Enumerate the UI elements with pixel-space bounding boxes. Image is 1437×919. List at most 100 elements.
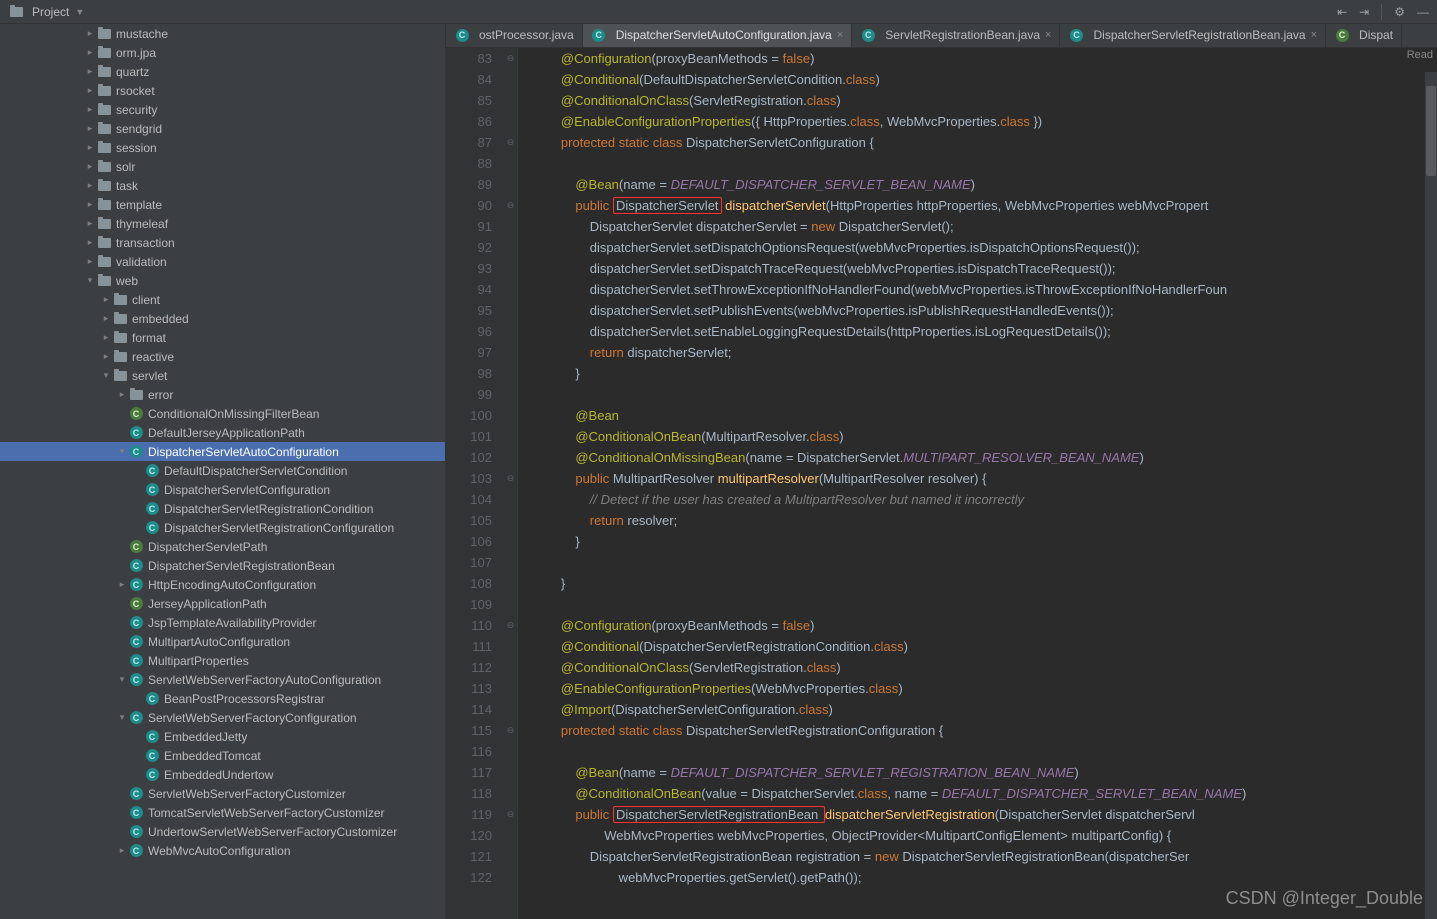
tree-item[interactable]: CBeanPostProcessorsRegistrar (0, 689, 445, 708)
code-line[interactable]: @Bean(name = DEFAULT_DISPATCHER_SERVLET_… (532, 174, 1437, 195)
chevron-down-icon[interactable]: ▾ (116, 712, 128, 723)
fold-gutter[interactable]: ⊖⊖⊖⊖⊖⊖⊖ (504, 48, 518, 919)
code-line[interactable]: @ConditionalOnClass(ServletRegistration.… (532, 90, 1437, 111)
code-line[interactable]: protected static class DispatcherServlet… (532, 132, 1437, 153)
tree-item[interactable]: ▸reactive (0, 347, 445, 366)
code-line[interactable]: @EnableConfigurationProperties({ HttpPro… (532, 111, 1437, 132)
fold-marker[interactable]: ⊖ (504, 615, 517, 636)
chevron-right-icon[interactable]: ▸ (100, 294, 112, 305)
tree-item[interactable]: ▸rsocket (0, 81, 445, 100)
close-icon[interactable]: × (1045, 29, 1051, 41)
tree-item[interactable]: ▸CWebMvcAutoConfiguration (0, 841, 445, 860)
code-line[interactable]: @Configuration(proxyBeanMethods = false) (532, 48, 1437, 69)
code-editor[interactable]: 8384858687888990919293949596979899100101… (446, 48, 1437, 919)
tree-item[interactable]: CMultipartProperties (0, 651, 445, 670)
chevron-right-icon[interactable]: ▸ (116, 389, 128, 400)
chevron-right-icon[interactable]: ▸ (100, 332, 112, 343)
editor-tab[interactable]: CostProcessor.java (446, 24, 583, 47)
editor-tab[interactable]: CDispat (1326, 24, 1402, 47)
code-line[interactable] (532, 153, 1437, 174)
expand-all-icon[interactable]: ⇥ (1359, 5, 1369, 19)
hide-icon[interactable]: — (1417, 5, 1429, 19)
code-line[interactable] (532, 594, 1437, 615)
tree-item[interactable]: CDefaultJerseyApplicationPath (0, 423, 445, 442)
code-line[interactable]: DispatcherServletRegistrationBean regist… (532, 846, 1437, 867)
code-line[interactable]: protected static class DispatcherServlet… (532, 720, 1437, 741)
scroll-thumb[interactable] (1426, 86, 1436, 176)
fold-marker[interactable]: ⊖ (504, 48, 517, 69)
tree-item[interactable]: ▸mustache (0, 24, 445, 43)
tree-item[interactable]: CDefaultDispatcherServletCondition (0, 461, 445, 480)
chevron-right-icon[interactable]: ▸ (84, 123, 96, 134)
editor-tab[interactable]: CDispatcherServletAutoConfiguration.java… (583, 24, 853, 47)
tree-item[interactable]: CDispatcherServletRegistrationCondition (0, 499, 445, 518)
editor-tab[interactable]: CServletRegistrationBean.java× (852, 24, 1060, 47)
chevron-right-icon[interactable]: ▸ (116, 579, 128, 590)
project-tree[interactable]: ▸mustache▸orm.jpa▸quartz▸rsocket▸securit… (0, 24, 446, 919)
code-line[interactable]: webMvcProperties.getServlet().getPath())… (532, 867, 1437, 888)
tree-item[interactable]: CJspTemplateAvailabilityProvider (0, 613, 445, 632)
tree-item[interactable]: ▸sendgrid (0, 119, 445, 138)
code-line[interactable]: dispatcherServlet.setDispatchOptionsRequ… (532, 237, 1437, 258)
tree-item[interactable]: CConditionalOnMissingFilterBean (0, 404, 445, 423)
fold-marker[interactable]: ⊖ (504, 720, 517, 741)
fold-marker[interactable]: ⊖ (504, 132, 517, 153)
code-line[interactable]: return dispatcherServlet; (532, 342, 1437, 363)
tree-item[interactable]: ▾CServletWebServerFactoryAutoConfigurati… (0, 670, 445, 689)
tree-item[interactable]: ▸quartz (0, 62, 445, 81)
code-line[interactable]: @ConditionalOnClass(ServletRegistration.… (532, 657, 1437, 678)
chevron-right-icon[interactable]: ▸ (84, 237, 96, 248)
tree-item[interactable]: ▸embedded (0, 309, 445, 328)
tree-item[interactable]: ▾web (0, 271, 445, 290)
code-line[interactable]: } (532, 531, 1437, 552)
code-line[interactable]: dispatcherServlet.setDispatchTraceReques… (532, 258, 1437, 279)
tree-item[interactable]: ▸error (0, 385, 445, 404)
tree-item[interactable]: ▸CHttpEncodingAutoConfiguration (0, 575, 445, 594)
chevron-right-icon[interactable]: ▸ (84, 104, 96, 115)
chevron-right-icon[interactable]: ▸ (84, 47, 96, 58)
code-line[interactable]: @ConditionalOnMissingBean(name = Dispatc… (532, 447, 1437, 468)
chevron-right-icon[interactable]: ▸ (84, 180, 96, 191)
tree-item[interactable]: CDispatcherServletRegistrationConfigurat… (0, 518, 445, 537)
code-line[interactable]: @Bean (532, 405, 1437, 426)
tree-item[interactable]: ▸transaction (0, 233, 445, 252)
code-line[interactable] (532, 741, 1437, 762)
code-line[interactable]: @ConditionalOnBean(MultipartResolver.cla… (532, 426, 1437, 447)
tree-item[interactable]: ▸solr (0, 157, 445, 176)
fold-marker[interactable]: ⊖ (504, 468, 517, 489)
code-line[interactable]: @Bean(name = DEFAULT_DISPATCHER_SERVLET_… (532, 762, 1437, 783)
chevron-right-icon[interactable]: ▸ (84, 66, 96, 77)
editor-tab[interactable]: CDispatcherServletRegistrationBean.java× (1060, 24, 1326, 47)
chevron-down-icon[interactable]: ▾ (84, 275, 96, 286)
code-line[interactable]: @ConditionalOnBean(value = DispatcherSer… (532, 783, 1437, 804)
code-line[interactable] (532, 552, 1437, 573)
code-line[interactable]: dispatcherServlet.setPublishEvents(webMv… (532, 300, 1437, 321)
chevron-right-icon[interactable]: ▸ (84, 85, 96, 96)
code-line[interactable]: @Configuration(proxyBeanMethods = false) (532, 615, 1437, 636)
editor-scrollbar[interactable] (1425, 72, 1437, 919)
chevron-down-icon[interactable]: ▾ (100, 370, 112, 381)
code-line[interactable]: DispatcherServlet dispatcherServlet = ne… (532, 216, 1437, 237)
chevron-down-icon[interactable]: ▾ (116, 674, 128, 685)
chevron-right-icon[interactable]: ▸ (84, 218, 96, 229)
chevron-right-icon[interactable]: ▸ (84, 199, 96, 210)
code-line[interactable]: return resolver; (532, 510, 1437, 531)
code-line[interactable]: } (532, 573, 1437, 594)
code-line[interactable]: public DispatcherServlet dispatcherServl… (532, 195, 1437, 216)
code-line[interactable]: dispatcherServlet.setThrowExceptionIfNoH… (532, 279, 1437, 300)
tree-item[interactable]: ▸session (0, 138, 445, 157)
code-line[interactable]: } (532, 363, 1437, 384)
fold-marker[interactable]: ⊖ (504, 804, 517, 825)
chevron-right-icon[interactable]: ▸ (84, 161, 96, 172)
tree-item[interactable]: CEmbeddedTomcat (0, 746, 445, 765)
tree-item[interactable]: ▸thymeleaf (0, 214, 445, 233)
tree-item[interactable]: ▸format (0, 328, 445, 347)
tree-item[interactable]: ▾servlet (0, 366, 445, 385)
project-dropdown[interactable]: Project ▼ (8, 4, 84, 20)
close-icon[interactable]: × (1311, 29, 1317, 41)
tree-item[interactable]: CEmbeddedUndertow (0, 765, 445, 784)
tree-item[interactable]: CUndertowServletWebServerFactoryCustomiz… (0, 822, 445, 841)
tree-item[interactable]: CServletWebServerFactoryCustomizer (0, 784, 445, 803)
chevron-right-icon[interactable]: ▸ (100, 313, 112, 324)
tree-item[interactable]: CTomcatServletWebServerFactoryCustomizer (0, 803, 445, 822)
